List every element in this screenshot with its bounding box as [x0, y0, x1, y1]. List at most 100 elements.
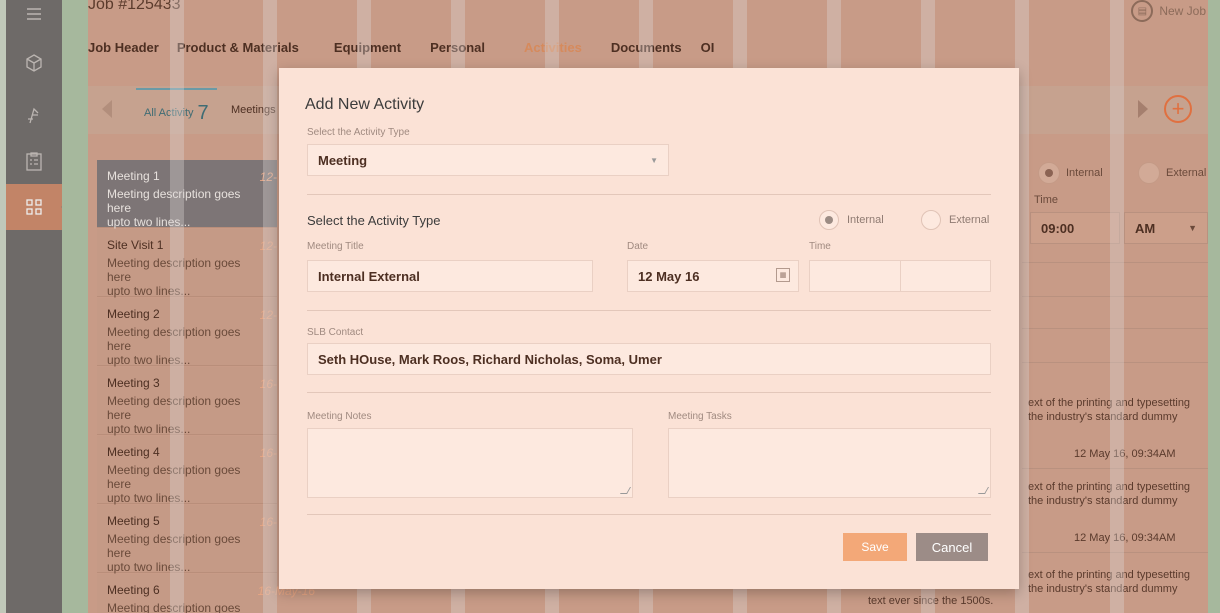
tab-bar: Job Header Product & Materials Equipment… [88, 40, 723, 55]
chevron-down-icon: ▼ [1188, 223, 1197, 233]
worker-icon-svg [28, 107, 39, 124]
filter-tab-meetings[interactable]: Meetings [231, 104, 276, 116]
divider [307, 392, 991, 393]
activity-desc: Meeting description goes here upto two li… [107, 325, 267, 367]
clipboard-icon-svg [26, 152, 42, 171]
filter-tab-all-activity[interactable]: All Activity 7 [136, 88, 217, 132]
worker-icon[interactable] [6, 92, 62, 138]
new-job-button[interactable]: ▤ New Job [1131, 0, 1206, 22]
activity-desc: Meeting description goes here [107, 601, 267, 613]
new-job-label: New Job [1159, 4, 1206, 18]
activity-title: Meeting 4 [107, 445, 160, 459]
activity-title: Meeting 5 [107, 514, 160, 528]
cube-icon-svg [26, 54, 42, 72]
list-item[interactable]: Site Visit 1 12- Meeting description goe… [97, 229, 277, 298]
activity-desc-line: Meeting description goes here [107, 187, 241, 215]
activity-type-value: Meeting [318, 153, 368, 168]
document-icon: ▤ [1131, 0, 1154, 22]
divider [1022, 468, 1208, 469]
bg-comment-line: the industry's standard dummy [1028, 495, 1178, 507]
tab-equipment[interactable]: Equipment [325, 40, 421, 55]
bg-comment-text: ext of the printing and typesetting the i… [1028, 480, 1206, 508]
section-label: Select the Activity Type [307, 213, 441, 228]
activity-desc-line: Meeting description goes here [107, 532, 241, 560]
activity-desc-line: upto two lines... [107, 284, 191, 298]
notes-textarea[interactable] [307, 428, 633, 498]
bg-internal-radio[interactable]: Internal [1038, 162, 1103, 184]
list-item[interactable]: Meeting 5 16- Meeting description goes h… [97, 505, 277, 574]
internal-radio[interactable]: Internal [819, 210, 884, 230]
radio-unselected-icon [921, 210, 941, 230]
filter-all-count: 7 [197, 102, 209, 124]
bg-comment-line: the industry's standard dummy [1028, 411, 1178, 423]
tab-documents[interactable]: Documents [602, 40, 692, 55]
divider [1022, 552, 1208, 553]
external-radio[interactable]: External [921, 210, 989, 230]
activity-type-select[interactable]: Meeting ▼ [307, 144, 669, 176]
activity-title: Site Visit 1 [107, 238, 164, 252]
cube-icon[interactable] [6, 40, 62, 86]
tab-job-header[interactable]: Job Header [88, 40, 168, 55]
bg-ampm-select[interactable]: AM ▼ [1124, 212, 1208, 244]
bg-comment-text: ext of the printing and typesetting the i… [1028, 396, 1206, 424]
activity-title: Meeting 2 [107, 307, 160, 321]
meeting-title-label: Meeting Title [307, 241, 364, 252]
scroll-left-icon[interactable] [102, 100, 112, 118]
list-icon[interactable] [6, 0, 62, 38]
bg-since-text: text ever since the 1500s. [868, 595, 994, 607]
activity-date: 12- [259, 308, 277, 322]
divider [1022, 362, 1208, 363]
bg-ampm-value: AM [1135, 221, 1156, 236]
time-label: Time [809, 241, 831, 252]
bg-time-label: Time [1034, 194, 1059, 206]
tab-product-materials[interactable]: Product & Materials [168, 40, 325, 55]
list-item[interactable]: Meeting 3 16- Meeting description goes h… [97, 367, 277, 436]
divider [1022, 262, 1208, 263]
tab-activities[interactable]: Activities [515, 40, 602, 55]
tab-personal[interactable]: Personal [421, 40, 515, 55]
activity-desc: Meeting description goes here upto two li… [107, 532, 267, 574]
radio-selected-icon [1038, 162, 1060, 184]
list-item[interactable]: Meeting 6 16-May-16 Meeting description … [97, 574, 315, 613]
time-input[interactable] [809, 260, 901, 292]
date-input[interactable]: 12 May 16 ▦ [627, 260, 799, 292]
activity-desc-line: upto two lines... [107, 491, 191, 505]
clipboard-icon[interactable] [6, 138, 62, 184]
tasks-textarea[interactable] [668, 428, 991, 498]
bg-external-radio[interactable]: External [1138, 162, 1206, 184]
job-title: Job #125433 [88, 0, 181, 13]
add-activity-icon[interactable]: + [1164, 95, 1192, 123]
meeting-title-input[interactable]: Internal External [307, 260, 593, 292]
ampm-select[interactable] [900, 260, 991, 292]
tab-oi[interactable]: OI [692, 40, 724, 55]
activity-desc-line: Meeting description goes here [107, 394, 241, 422]
list-item[interactable]: Meeting 1 12- Meeting description goes h… [97, 160, 277, 229]
divider [307, 194, 991, 195]
activity-title: Meeting 6 [107, 583, 160, 597]
activity-date: 16- [259, 515, 277, 529]
contact-label: SLB Contact [307, 327, 364, 338]
divider [1022, 296, 1208, 297]
list-item[interactable]: Meeting 4 16- Meeting description goes h… [97, 436, 277, 505]
list-item[interactable]: Meeting 2 12- Meeting description goes h… [97, 298, 277, 367]
activity-date: 12- [259, 239, 277, 253]
radio-unselected-icon [1138, 162, 1160, 184]
list-icon-svg [27, 8, 41, 20]
grid-icon[interactable] [6, 184, 67, 230]
bg-timestamp: 12 May 16, 09:34AM [1074, 448, 1176, 460]
bg-time-input[interactable]: 09:00 [1030, 212, 1120, 244]
bg-comment-line: ext of the printing and typesetting [1028, 569, 1191, 581]
calendar-icon[interactable]: ▦ [776, 268, 790, 282]
bg-comment-line: ext of the printing and typesetting [1028, 397, 1191, 409]
date-value: 12 May 16 [638, 269, 700, 284]
contact-input[interactable]: Seth HOuse, Mark Roos, Richard Nicholas,… [307, 343, 991, 375]
activity-desc: Meeting description goes here upto two li… [107, 256, 267, 298]
bg-timestamp: 12 May 16, 09:34AM [1074, 532, 1176, 544]
scroll-right-icon[interactable] [1138, 100, 1148, 118]
cancel-button[interactable]: Cancel [916, 533, 988, 561]
activity-date: 16- [259, 446, 277, 460]
bg-internal-label: Internal [1066, 167, 1103, 179]
save-button[interactable]: Save [843, 533, 907, 561]
activity-date: 16- [259, 377, 277, 391]
internal-label: Internal [847, 214, 884, 226]
